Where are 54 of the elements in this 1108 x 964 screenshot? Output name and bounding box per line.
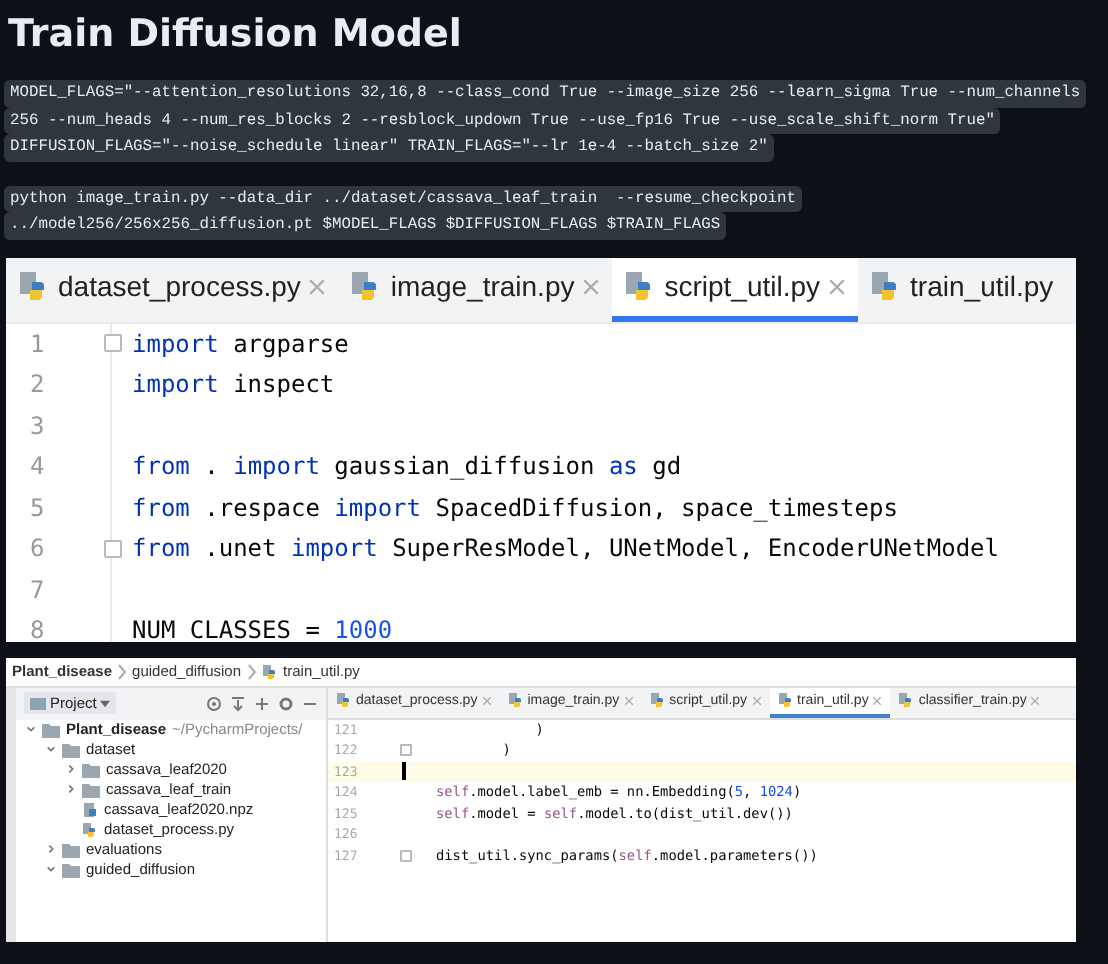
code-line: from . import gaussian_diffusion as gd <box>132 452 682 481</box>
chevron-icon <box>118 663 127 679</box>
close-icon[interactable] <box>1030 695 1041 705</box>
line-number: 6 <box>28 532 47 566</box>
fold-icon[interactable] <box>104 539 122 558</box>
chevron-down-icon[interactable] <box>45 864 55 874</box>
code-line: import argparse <box>132 329 349 358</box>
file-icon <box>82 801 98 817</box>
python-file-icon <box>336 692 352 708</box>
chevron-right-icon[interactable] <box>65 764 75 774</box>
line-number: 2 <box>28 368 47 402</box>
close-icon[interactable] <box>828 277 847 295</box>
code-line: import inspect <box>132 370 335 399</box>
line-number: 5 <box>28 491 47 525</box>
line-number: 4 <box>28 450 47 484</box>
file-tab[interactable]: train_util.py <box>858 257 1066 321</box>
close-icon[interactable] <box>481 695 492 705</box>
line-number: 1 <box>28 327 47 361</box>
python-file-icon <box>649 692 666 708</box>
chevron-icon <box>247 663 256 679</box>
line-number: 7 <box>28 573 47 607</box>
chevron-right-icon[interactable] <box>45 844 55 854</box>
python-file-icon <box>898 692 915 708</box>
fold-icon[interactable] <box>104 334 122 353</box>
python-file-icon <box>261 663 278 679</box>
python-file-icon <box>18 270 50 302</box>
close-icon[interactable] <box>623 695 634 705</box>
file-tab[interactable]: image_train.py <box>338 257 613 321</box>
target-icon[interactable] <box>206 695 222 711</box>
close-icon[interactable] <box>308 277 327 295</box>
code-line: NUM_CLASSES = 1000 <box>132 616 393 641</box>
close-icon[interactable] <box>751 695 762 705</box>
code-line: from .respace import SpacedDiffusion, space_timesteps <box>132 493 898 522</box>
file-tab[interactable]: dataset_process.py <box>6 257 339 321</box>
close-icon[interactable] <box>582 277 601 295</box>
expand-icon[interactable] <box>254 695 270 711</box>
text-cursor <box>402 762 405 781</box>
chevron-down-icon[interactable] <box>45 744 55 754</box>
fold-icon[interactable] <box>400 744 412 757</box>
line-number: 8 <box>28 614 47 641</box>
fold-icon[interactable] <box>400 849 412 862</box>
page-title: Train Diffusion Model <box>6 10 464 60</box>
file-tab[interactable]: script_util.py <box>612 257 859 321</box>
line-number: 3 <box>28 409 47 443</box>
chevron-down-icon[interactable] <box>25 724 35 734</box>
python-file-icon <box>777 692 794 708</box>
python-file-icon <box>82 821 98 837</box>
collapse-icon[interactable] <box>230 695 246 711</box>
close-icon[interactable] <box>872 695 883 705</box>
settings-icon[interactable] <box>278 695 294 711</box>
code-line: from .unet import SuperResModel, UNetModel, EncoderUNetModel <box>132 534 1000 563</box>
chevron-right-icon[interactable] <box>65 784 75 794</box>
python-file-icon <box>507 692 524 708</box>
caret-icon <box>100 699 111 707</box>
